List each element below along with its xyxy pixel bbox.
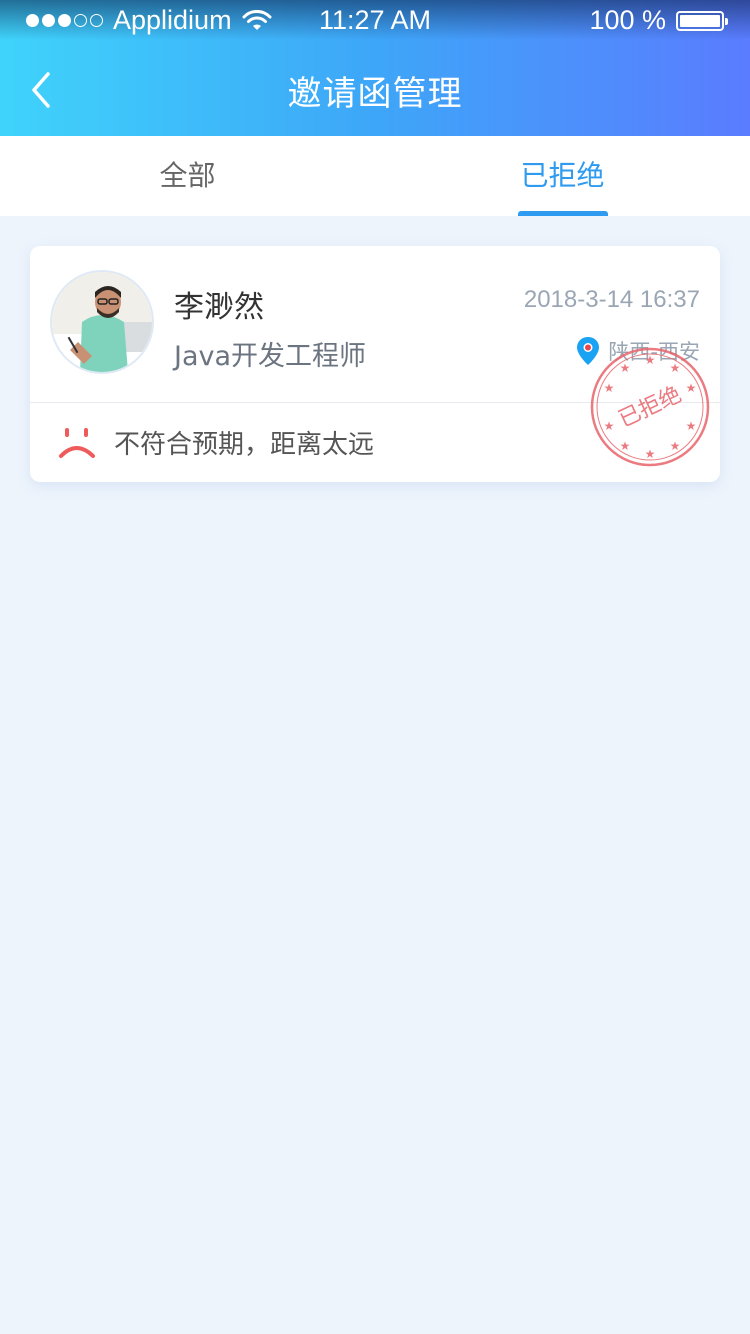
tab-all[interactable]: 全部 — [0, 136, 375, 216]
svg-text:★: ★ — [670, 361, 681, 375]
tab-bar: 全部 已拒绝 — [0, 136, 750, 216]
rejection-reason-row: 不符合预期，距离太远 — [58, 422, 374, 462]
job-title: Java开发工程师 — [174, 341, 367, 372]
header: Applidium 11:27 AM 100 % 邀请函管理 — [0, 0, 750, 136]
svg-text:★: ★ — [645, 447, 656, 461]
avatar-image — [52, 272, 152, 372]
candidate-name: 李渺然 — [174, 290, 264, 325]
svg-text:★: ★ — [620, 361, 631, 375]
rejected-stamp: ★ ★ ★ ★ ★ ★ ★ ★ ★ ★ 已拒绝 — [590, 347, 710, 467]
svg-text:★: ★ — [670, 439, 681, 453]
sad-face-icon — [59, 428, 95, 458]
svg-text:★: ★ — [645, 353, 656, 367]
battery-percent: 100 % — [589, 5, 666, 35]
invitation-card[interactable]: 李渺然 2018-3-14 16:37 Java开发工程师 陕西-西安 不符合预… — [30, 246, 720, 482]
active-tab-indicator — [518, 211, 608, 216]
avatar — [50, 270, 154, 374]
invitation-datetime: 2018-3-14 16:37 — [523, 286, 700, 313]
page-title: 邀请函管理 — [287, 74, 463, 114]
svg-text:★: ★ — [604, 419, 615, 433]
tab-rejected[interactable]: 已拒绝 — [375, 136, 750, 216]
status-bar: Applidium 11:27 AM 100 % — [0, 0, 750, 40]
svg-text:★: ★ — [686, 419, 697, 433]
svg-text:★: ★ — [604, 381, 615, 395]
stamp-text: 已拒绝 — [615, 382, 685, 433]
rejection-reason: 不符合预期，距离太远 — [114, 429, 375, 460]
battery-icon — [676, 10, 728, 31]
svg-text:★: ★ — [620, 439, 631, 453]
svg-text:★: ★ — [686, 381, 697, 395]
